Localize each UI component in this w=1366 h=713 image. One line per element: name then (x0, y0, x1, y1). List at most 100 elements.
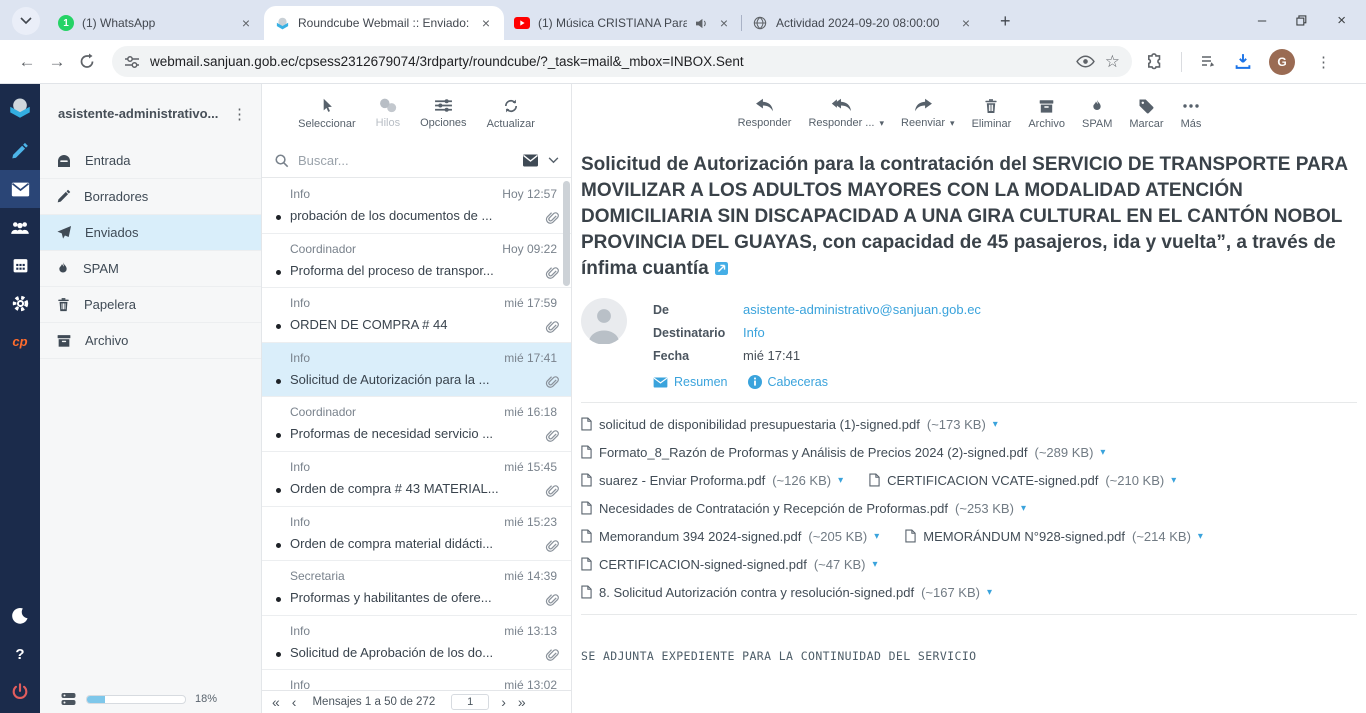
forward-menu-caret[interactable]: ▾ (950, 118, 955, 129)
attachment[interactable]: CERTIFICACION VCATE-signed.pdf (~210 KB)… (869, 473, 1176, 488)
forward-button[interactable]: → (42, 52, 72, 72)
list-item[interactable]: Secretariamié 14:39 Proformas y habilita… (262, 561, 571, 616)
reload-button[interactable] (72, 53, 102, 70)
attachment-menu-caret[interactable]: ▾ (987, 587, 992, 598)
site-settings-icon[interactable] (124, 54, 140, 70)
tab-search-button[interactable] (12, 7, 40, 35)
last-page-button[interactable]: » (518, 695, 526, 709)
cpanel-button[interactable]: cp (0, 322, 40, 360)
list-item[interactable]: Infomié 15:23 Orden de compra material d… (262, 507, 571, 562)
folder-archive[interactable]: Archivo (40, 323, 261, 359)
back-button[interactable]: ← (12, 52, 42, 72)
attachment[interactable]: suarez - Enviar Proforma.pdf (~126 KB) ▾ (581, 473, 843, 488)
compose-button[interactable] (0, 132, 40, 170)
help-button[interactable]: ? (0, 635, 40, 673)
prev-page-button[interactable]: ‹ (292, 695, 297, 709)
attachment-menu-caret[interactable]: ▾ (838, 475, 843, 486)
attachment-menu-caret[interactable]: ▾ (1198, 531, 1203, 542)
dark-mode-button[interactable] (0, 597, 40, 635)
new-tab-button[interactable]: + (994, 11, 1017, 32)
attachment[interactable]: Necesidades de Contratación y Recepción … (581, 501, 1026, 516)
reply-all-menu-caret[interactable]: ▾ (879, 118, 884, 129)
attachment-menu-caret[interactable]: ▾ (1171, 475, 1176, 486)
contacts-nav-button[interactable] (0, 208, 40, 246)
spam-button[interactable]: SPAM (1082, 98, 1112, 130)
attachment-menu-caret[interactable]: ▾ (874, 531, 879, 542)
restore-window-button[interactable] (1296, 15, 1307, 26)
summary-link[interactable]: Resumen (653, 375, 728, 389)
attachment[interactable]: CERTIFICACION-signed-signed.pdf (~47 KB)… (581, 557, 878, 572)
to-address-link[interactable]: Info (743, 325, 765, 340)
list-item[interactable]: InfoHoy 12:57 probación de los documento… (262, 179, 571, 234)
extensions-icon[interactable] (1146, 53, 1164, 71)
attachment[interactable]: Memorandum 394 2024-signed.pdf (~205 KB)… (581, 529, 879, 544)
download-icon[interactable] (1234, 53, 1252, 70)
list-item[interactable]: Coordinadormié 16:18 Proformas de necesi… (262, 397, 571, 452)
reply-all-button[interactable]: Responder ... (808, 98, 874, 129)
attachment[interactable]: Formato_8_Razón de Proformas y Análisis … (581, 445, 1105, 460)
archive-button[interactable]: Archivo (1028, 98, 1065, 130)
url-text[interactable]: webmail.sanjuan.gob.ec/cpsess2312679074/… (150, 54, 1066, 69)
tab-close-icon[interactable]: × (478, 14, 494, 32)
reply-button[interactable]: Responder (738, 98, 792, 129)
minimize-button[interactable]: – (1258, 13, 1266, 28)
account-menu-icon[interactable]: ⋮ (228, 105, 251, 123)
list-item-selected[interactable]: Infomié 17:41 Solicitud de Autorización … (262, 343, 571, 398)
from-address-link[interactable]: asistente-administrativo@sanjuan.gob.ec (743, 302, 981, 317)
folder-sent[interactable]: Enviados (40, 215, 261, 251)
folder-trash[interactable]: Papelera (40, 287, 261, 323)
search-input[interactable] (298, 153, 513, 168)
tab-whatsapp[interactable]: 1 (1) WhatsApp × (48, 6, 264, 40)
list-item[interactable]: Infomié 13:13 Solicitud de Aprobación de… (262, 616, 571, 671)
roundcube-logo[interactable] (0, 84, 40, 132)
forward-button[interactable]: Reenviar (901, 98, 945, 129)
browser-menu-icon[interactable]: ⋮ (1312, 53, 1335, 71)
first-page-button[interactable]: « (272, 695, 280, 709)
list-item[interactable]: Infomié 13:02 (262, 670, 571, 690)
eye-preview-icon[interactable] (1076, 55, 1095, 68)
list-item[interactable]: Infomié 15:45 Orden de compra # 43 MATER… (262, 452, 571, 507)
speaker-icon[interactable] (695, 18, 708, 29)
logout-button[interactable] (0, 673, 40, 711)
folder-inbox[interactable]: Entrada (40, 143, 261, 179)
select-button[interactable]: Seleccionar (298, 97, 355, 130)
list-item[interactable]: CoordinadorHoy 09:22 Proforma del proces… (262, 234, 571, 289)
page-number-input[interactable] (451, 694, 489, 710)
attachment-menu-caret[interactable]: ▾ (873, 559, 878, 570)
attachment[interactable]: solicitud de disponibilidad presupuestar… (581, 417, 998, 432)
close-window-button[interactable]: × (1337, 13, 1346, 28)
attachment-menu-caret[interactable]: ▾ (1021, 503, 1026, 514)
attachment[interactable]: 8. Solicitud Autorización contra y resol… (581, 585, 992, 600)
settings-nav-button[interactable] (0, 284, 40, 322)
tab-close-icon[interactable]: × (716, 14, 732, 32)
mark-button[interactable]: Marcar (1129, 98, 1163, 130)
options-button[interactable]: Opciones (420, 98, 466, 129)
headers-link[interactable]: Cabeceras (748, 375, 828, 389)
refresh-button[interactable]: Actualizar (487, 98, 535, 130)
search-scope-mail-icon[interactable] (522, 154, 539, 167)
tab-close-icon[interactable]: × (238, 14, 254, 32)
bookmark-star-icon[interactable]: ☆ (1105, 52, 1120, 72)
profile-avatar[interactable]: G (1269, 49, 1295, 75)
folder-drafts[interactable]: Borradores (40, 179, 261, 215)
tab-close-icon[interactable]: × (958, 14, 974, 32)
threads-button[interactable]: Hilos (376, 98, 400, 129)
list-item[interactable]: Infomié 17:59 ORDEN DE COMPRA # 44 (262, 288, 571, 343)
attachment-menu-caret[interactable]: ▾ (993, 419, 998, 430)
calendar-nav-button[interactable] (0, 246, 40, 284)
reading-list-icon[interactable] (1199, 54, 1217, 70)
tab-youtube[interactable]: (1) Música CRISTIANA Para × (504, 6, 742, 40)
more-button[interactable]: Más (1181, 98, 1202, 130)
tab-roundcube[interactable]: Roundcube Webmail :: Enviado: × (264, 6, 504, 40)
next-page-button[interactable]: › (501, 695, 506, 709)
attachment[interactable]: MEMORÁNDUM N°928-signed.pdf (~214 KB) ▾ (905, 529, 1203, 544)
list-scrollbar[interactable] (563, 181, 570, 286)
search-scope-chevron-icon[interactable] (548, 157, 559, 164)
tab-actividad[interactable]: Actividad 2024-09-20 08:00:00 × (742, 6, 984, 40)
delete-button[interactable]: Eliminar (972, 98, 1012, 130)
folder-spam[interactable]: SPAM (40, 251, 261, 287)
subject-flag-icon[interactable] (715, 262, 728, 275)
omnibox[interactable]: webmail.sanjuan.gob.ec/cpsess2312679074/… (112, 46, 1132, 77)
attachment-menu-caret[interactable]: ▾ (1100, 447, 1105, 458)
mail-nav-button[interactable] (0, 170, 40, 208)
